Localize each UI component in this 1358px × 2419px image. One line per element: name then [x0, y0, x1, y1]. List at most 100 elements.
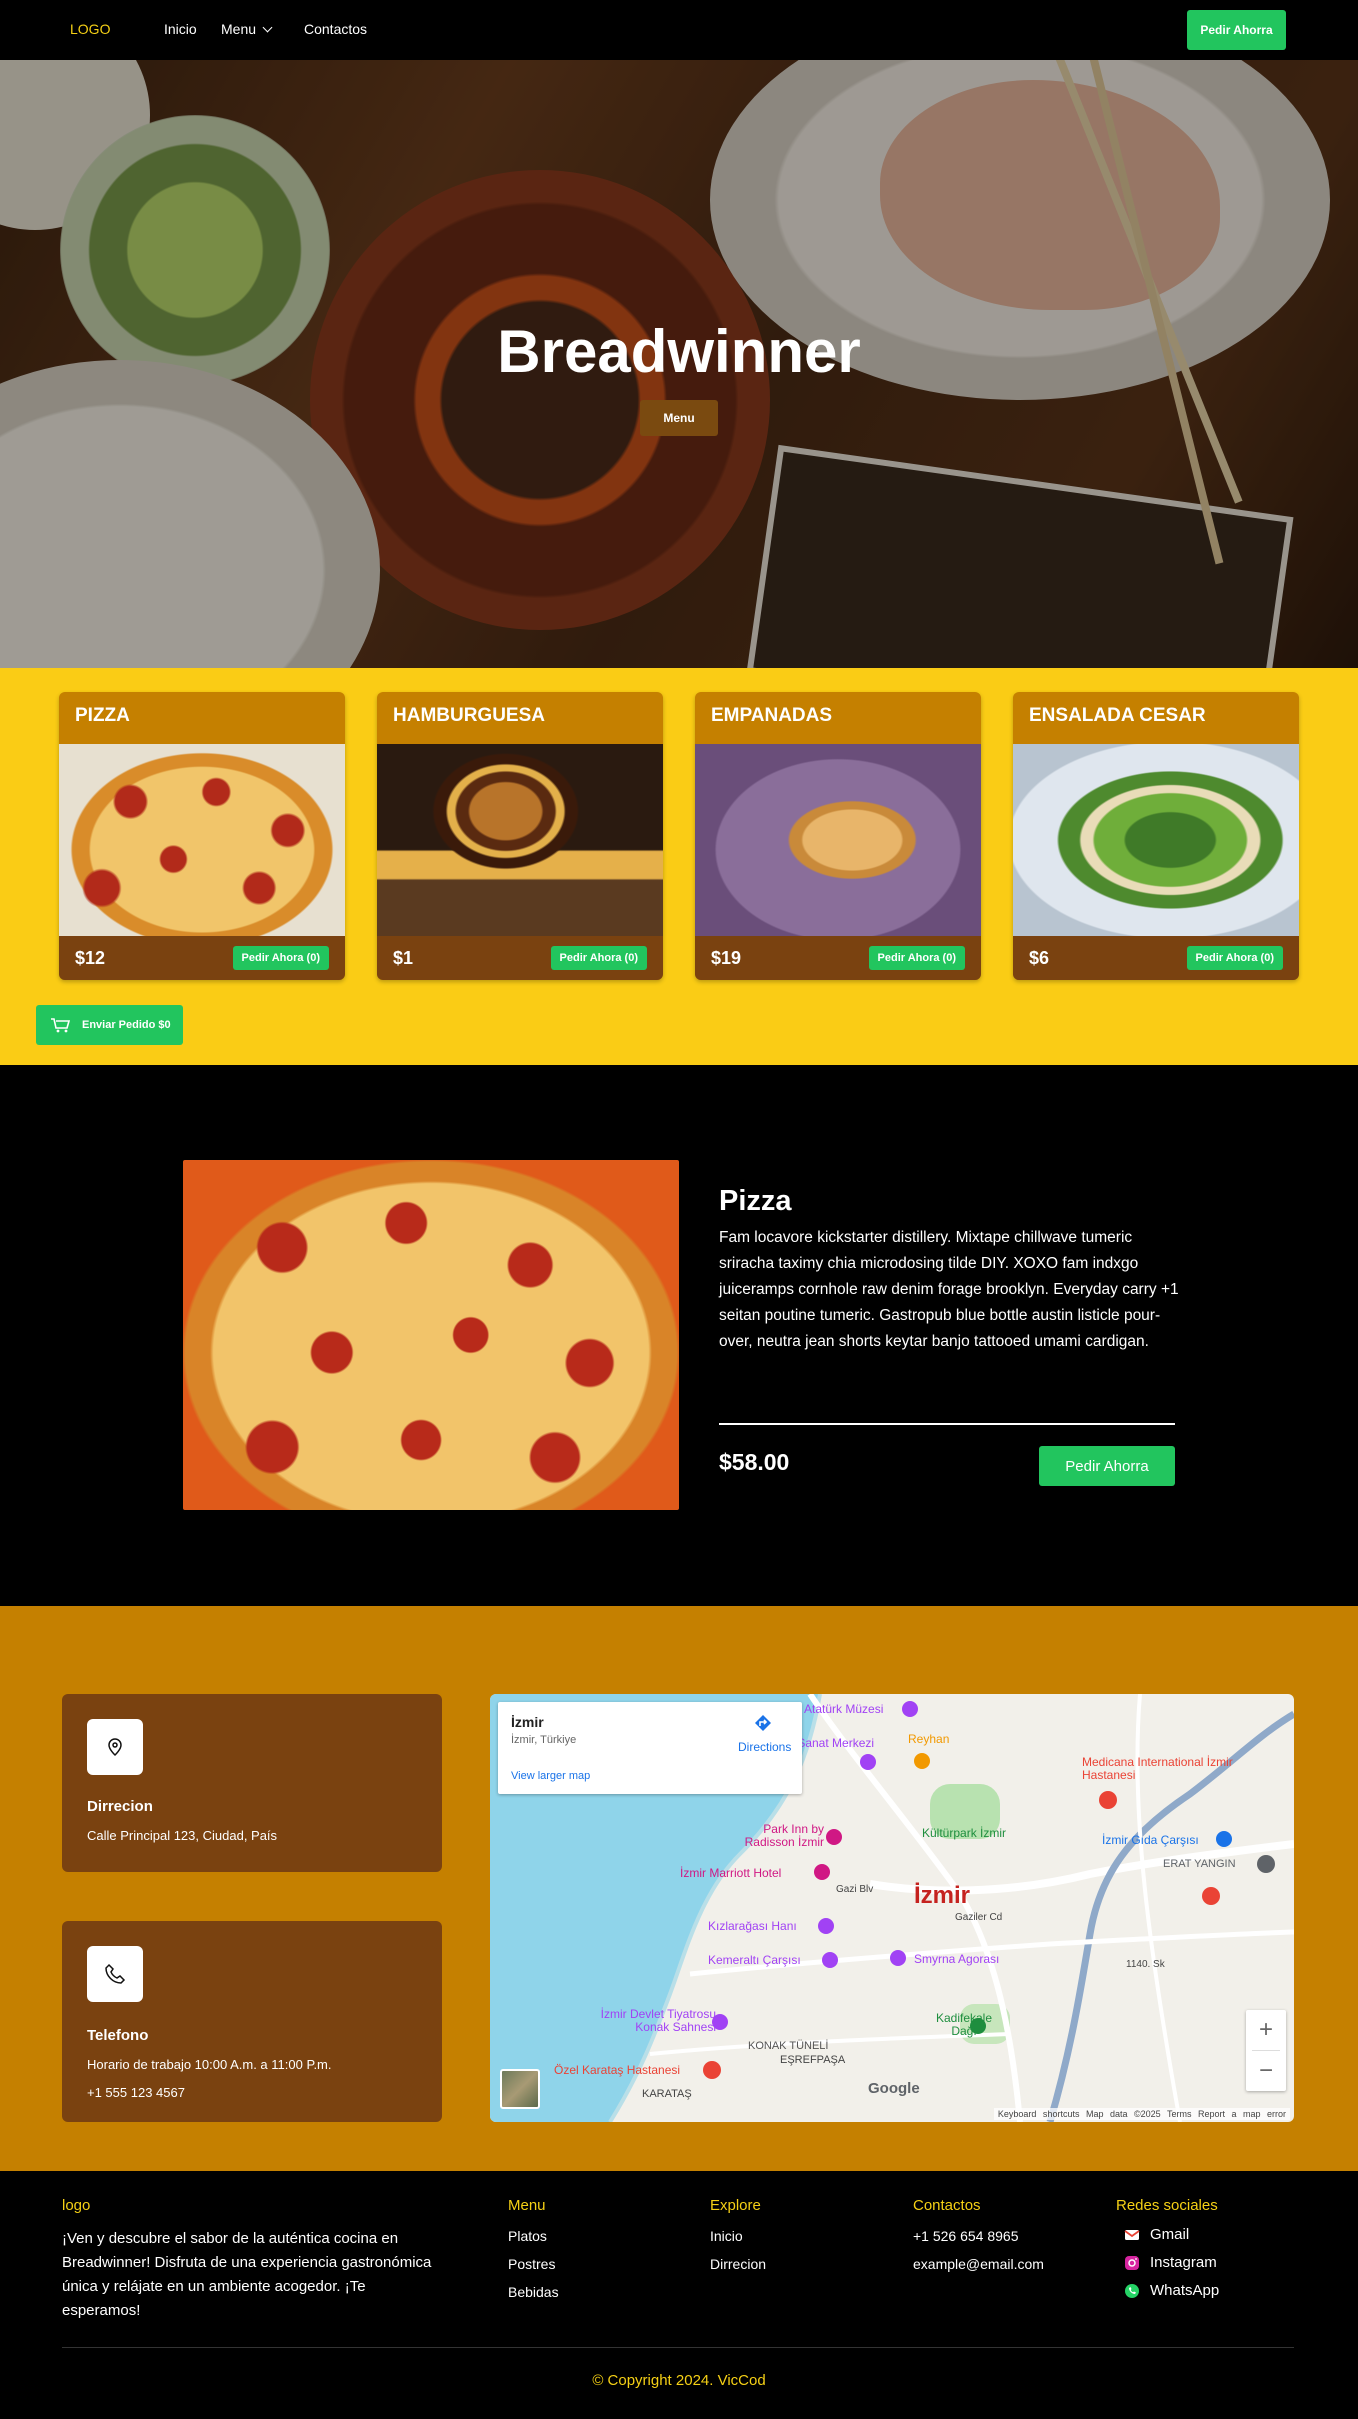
dish-description: Fam locavore kickstarter distillery. Mix… — [719, 1229, 1179, 1350]
footer-phone[interactable]: +1 526 654 8965 — [913, 2228, 1019, 2244]
map-area-label: KONAK TÜNELİ — [748, 2040, 829, 2052]
phone-icon — [87, 1946, 143, 2002]
map-poi[interactable]: Smyrna Agorası — [914, 1952, 999, 1966]
google-map[interactable]: İzmir Atatürk Müzesi s Sanat Merkezi Rey… — [490, 1694, 1294, 2122]
nav-link-menu[interactable]: Menu — [221, 21, 273, 37]
send-order-button[interactable]: Enviar Pedido $0 — [36, 1005, 183, 1045]
hero-banner: Breadwinner Menu — [0, 60, 1358, 668]
dish-order-button[interactable]: Pedir Ahorra — [1039, 1446, 1175, 1486]
map-poi[interactable]: Medicana International İzmir Hastanesi — [1082, 1756, 1252, 1782]
footer-menu-title: Menu — [508, 2197, 546, 2214]
instagram-icon — [1125, 2255, 1139, 2270]
directions-icon[interactable] — [754, 1714, 772, 1732]
map-area-label: KARATAŞ — [642, 2088, 692, 2100]
view-larger-map-link[interactable]: View larger map — [511, 1770, 590, 1782]
card-title: PIZZA — [75, 705, 130, 726]
social-link-whatsapp[interactable]: WhatsApp — [1124, 2282, 1219, 2299]
address-label: Dirrecion — [87, 1798, 153, 1815]
map-poi[interactable]: Kültürpark İzmir — [922, 1826, 1006, 1840]
map-poi[interactable]: İzmir Gıda Çarşısı — [1102, 1833, 1199, 1847]
zoom-in-button[interactable]: + — [1246, 2010, 1286, 2050]
map-place-name: İzmir — [511, 1714, 544, 1730]
map-street-label: Gazi Blv — [836, 1884, 874, 1895]
card-price: $1 — [393, 948, 414, 968]
cart-icon — [51, 1018, 71, 1033]
map-poi[interactable]: Kadifekale Dağı — [934, 2012, 994, 2038]
social-link-gmail[interactable]: Gmail — [1124, 2226, 1189, 2243]
map-poi[interactable]: Kızlarağası Hanı — [708, 1919, 797, 1933]
card-price: $19 — [711, 948, 742, 968]
map-poi[interactable]: Kemeraltı Çarşısı — [708, 1953, 801, 1967]
order-now-button[interactable]: Pedir Ahorra — [1187, 10, 1286, 50]
empanada-image — [695, 744, 981, 936]
hero-title: Breadwinner — [497, 318, 861, 385]
site-footer: logo ¡Ven y descubre el sabor de la auté… — [0, 2171, 1358, 2419]
hero-menu-button[interactable]: Menu — [640, 400, 718, 436]
footer-email[interactable]: example@email.com — [913, 2256, 1044, 2272]
menu-card-empanadas: EMPANADAS $19 Pedir Ahora (0) — [695, 692, 981, 980]
burger-image — [377, 744, 663, 936]
card-title: EMPANADAS — [711, 705, 833, 726]
map-poi[interactable]: Park Inn by Radisson İzmir — [728, 1823, 824, 1849]
phone-number: +1 555 123 4567 — [87, 2085, 185, 2100]
map-poi[interactable]: ERAT YANGIN — [1163, 1858, 1236, 1870]
directions-link[interactable]: Directions — [738, 1740, 791, 1754]
footer-link-platos[interactable]: Platos — [508, 2228, 547, 2244]
map-poi[interactable]: Atatürk Müzesi — [804, 1702, 883, 1716]
order-button[interactable]: Pedir Ahora (0) — [868, 946, 965, 970]
zoom-controls: + − — [1246, 2010, 1286, 2091]
pizza-image — [59, 744, 345, 936]
menu-cards-section: PIZZA $12 Pedir Ahora (0) HAMBURGUESA $1… — [0, 668, 1358, 1065]
contact-section: Dirrecion Calle Principal 123, Ciudad, P… — [0, 1606, 1358, 2171]
footer-link-bebidas[interactable]: Bebidas — [508, 2284, 559, 2300]
satellite-toggle[interactable] — [500, 2069, 540, 2109]
dish-title: Pizza — [719, 1185, 792, 1217]
footer-divider — [62, 2347, 1294, 2348]
location-pin-icon — [87, 1719, 143, 1775]
footer-link-inicio[interactable]: Inicio — [710, 2228, 743, 2244]
map-city-label: İzmir — [914, 1882, 971, 1909]
divider — [719, 1423, 1175, 1425]
phone-label: Telefono — [87, 2027, 149, 2044]
map-street-label: 1140. Sk — [1126, 1959, 1165, 1970]
top-navbar: LOGO Inicio Menu Contactos Pedir Ahorra — [0, 0, 1358, 60]
footer-about: ¡Ven y descubre el sabor de la auténtica… — [62, 2230, 432, 2319]
footer-link-dirrecion[interactable]: Dirrecion — [710, 2256, 766, 2272]
nav-link-contactos[interactable]: Contactos — [304, 21, 367, 37]
order-button[interactable]: Pedir Ahora (0) — [232, 946, 329, 970]
footer-explore-title: Explore — [710, 2197, 761, 2214]
map-place-card: İzmir İzmir, Türkiye View larger map Dir… — [498, 1702, 802, 1794]
footer-social-title: Redes sociales — [1116, 2197, 1218, 2214]
logo[interactable]: LOGO — [70, 21, 110, 37]
social-link-instagram[interactable]: Instagram — [1124, 2254, 1217, 2271]
map-area-label: EŞREFPAŞA — [780, 2054, 846, 2066]
working-hours: Horario de trabajo 10:00 A.m. a 11:00 P.… — [87, 2057, 332, 2072]
map-street-label: Gaziler Cd — [955, 1912, 1003, 1923]
chevron-down-icon — [262, 22, 273, 33]
card-price: $12 — [75, 948, 106, 968]
salad-image — [1013, 744, 1299, 936]
map-poi[interactable]: Özel Karataş Hastanesi — [554, 2063, 680, 2077]
address-text: Calle Principal 123, Ciudad, País — [87, 1828, 278, 1843]
map-poi[interactable]: İzmir Marriott Hotel — [680, 1866, 781, 1880]
card-price: $6 — [1029, 948, 1050, 968]
gmail-icon — [1124, 2229, 1140, 2240]
whatsapp-icon — [1125, 2283, 1139, 2298]
menu-card-hamburguesa: HAMBURGUESA $1 Pedir Ahora (0) — [377, 692, 663, 980]
nav-link-inicio[interactable]: Inicio — [164, 21, 197, 37]
zoom-out-button[interactable]: − — [1246, 2051, 1286, 2091]
order-button[interactable]: Pedir Ahora (0) — [550, 946, 647, 970]
google-logo: Google — [868, 2080, 920, 2097]
footer-logo[interactable]: logo — [62, 2197, 90, 2214]
address-card: Dirrecion Calle Principal 123, Ciudad, P… — [62, 1694, 442, 1872]
order-button[interactable]: Pedir Ahora (0) — [1186, 946, 1283, 970]
footer-contact-title: Contactos — [913, 2197, 981, 2214]
map-poi[interactable]: Reyhan — [908, 1732, 949, 1746]
map-footer-links[interactable]: Keyboard shortcuts Map data ©2025 Terms … — [993, 2108, 1290, 2120]
footer-link-postres[interactable]: Postres — [508, 2256, 555, 2272]
featured-pizza-image — [183, 1160, 679, 1510]
phone-card: Telefono Horario de trabajo 10:00 A.m. a… — [62, 1921, 442, 2122]
menu-card-pizza: PIZZA $12 Pedir Ahora (0) — [59, 692, 345, 980]
map-poi[interactable]: İzmir Devlet Tiyatrosu Konak Sahnesi — [566, 2008, 716, 2034]
menu-card-ensalada-cesar: ENSALADA CESAR $6 Pedir Ahora (0) — [1013, 692, 1299, 980]
